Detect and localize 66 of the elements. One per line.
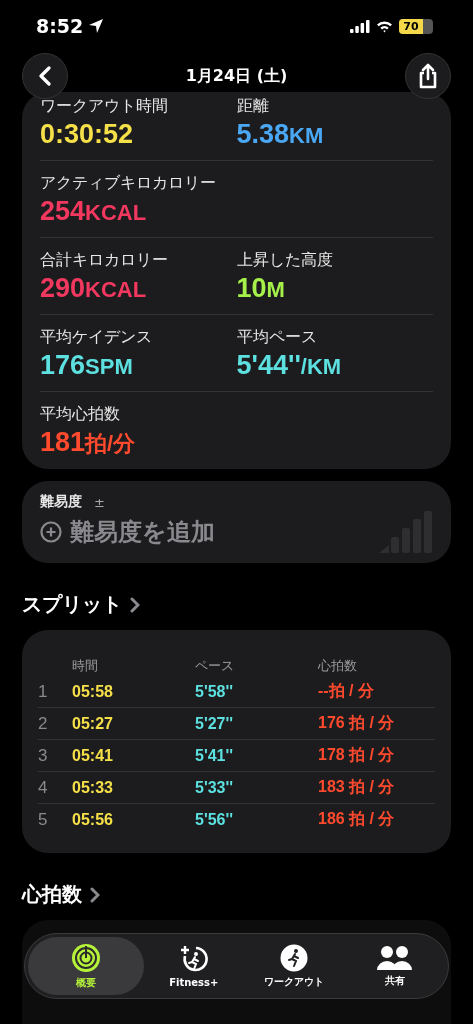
metric-value: 181拍/分 — [40, 427, 137, 459]
split-time: 05:58 — [72, 682, 114, 701]
metric-value: 10M — [236, 273, 286, 304]
split-pace: 5'27'' — [195, 714, 235, 733]
split-pace: 5'41'' — [195, 746, 235, 765]
metric-label: 上昇した高度 — [236, 250, 334, 271]
tab-item[interactable]: 共有 — [344, 937, 445, 995]
metric-label: アクティブキロカロリー — [40, 173, 217, 194]
split-time: 05:56 — [72, 810, 114, 829]
section-title[interactable]: 心拍数 — [22, 881, 82, 908]
tab-item[interactable]: ワークアウト — [244, 937, 345, 995]
difficulty-label: 難易度 — [40, 493, 82, 511]
metric-value: 0:30:52 — [40, 119, 135, 150]
column-header: ペース — [195, 657, 235, 675]
metric-value: 176SPM — [40, 350, 134, 381]
split-pace: 5'33'' — [195, 778, 235, 797]
runner-circle-icon — [178, 944, 209, 974]
split-heart-rate: --拍 / 分 — [318, 681, 375, 701]
split-number: 2 — [38, 713, 49, 734]
metric-label: 平均ペース — [236, 327, 318, 348]
split-number: 3 — [38, 745, 49, 766]
nav-title: 1月24日 (土) — [185, 65, 288, 87]
metric-label: ワークアウト時間 — [40, 96, 169, 117]
split-heart-rate: 183 拍 / 分 — [318, 777, 396, 797]
section-title[interactable]: スプリット — [22, 591, 122, 618]
location-icon — [88, 18, 105, 34]
chevron-icon — [130, 596, 140, 613]
back-button[interactable] — [22, 53, 68, 99]
split-number: 1 — [38, 681, 49, 702]
tab-item[interactable]: Fitness+ — [143, 937, 245, 995]
metric-value: 290KCAL — [40, 273, 148, 304]
split-heart-rate: 178 拍 / 分 — [318, 745, 396, 765]
rings-icon — [70, 942, 101, 973]
metric-value: 5'44''/KM — [236, 350, 343, 381]
split-number: 5 — [38, 809, 49, 830]
share-icon — [417, 63, 439, 89]
wifi-icon — [376, 19, 393, 33]
add-difficulty-text: 難易度を追加 — [70, 517, 216, 548]
split-heart-rate: 176 拍 / 分 — [318, 713, 396, 733]
share-button[interactable] — [405, 53, 451, 99]
column-header: 心拍数 — [318, 657, 358, 675]
split-time: 05:33 — [72, 778, 114, 797]
split-time: 05:41 — [72, 746, 114, 765]
split-pace: 5'58'' — [195, 682, 235, 701]
metric-value: 254KCAL — [40, 196, 148, 227]
metric-label: 平均心拍数 — [40, 404, 121, 425]
battery-icon: 70 — [399, 18, 433, 34]
people-icon — [376, 944, 413, 971]
split-number: 4 — [38, 777, 49, 798]
chevron-icon — [90, 886, 100, 903]
plus-minus-sign: ± — [94, 494, 105, 510]
metric-label: 距離 — [236, 96, 270, 117]
back-icon — [38, 66, 52, 86]
runner-icon — [280, 943, 309, 972]
status-time: 8:52 — [36, 15, 84, 37]
signal-icon — [350, 19, 370, 33]
difficulty-card[interactable]: 難易度 ± 難易度を追加 — [22, 481, 451, 563]
tab-item[interactable]: 概要 — [28, 937, 144, 995]
split-pace: 5'56'' — [195, 810, 235, 829]
split-time: 05:27 — [72, 714, 114, 733]
split-heart-rate: 186 拍 / 分 — [318, 809, 396, 829]
column-header: 時間 — [72, 657, 99, 675]
metric-label: 合計キロカロリー — [40, 250, 169, 271]
metric-label: 平均ケイデンス — [40, 327, 153, 348]
metric-value: 5.38KM — [236, 119, 325, 150]
add-icon — [40, 521, 62, 543]
